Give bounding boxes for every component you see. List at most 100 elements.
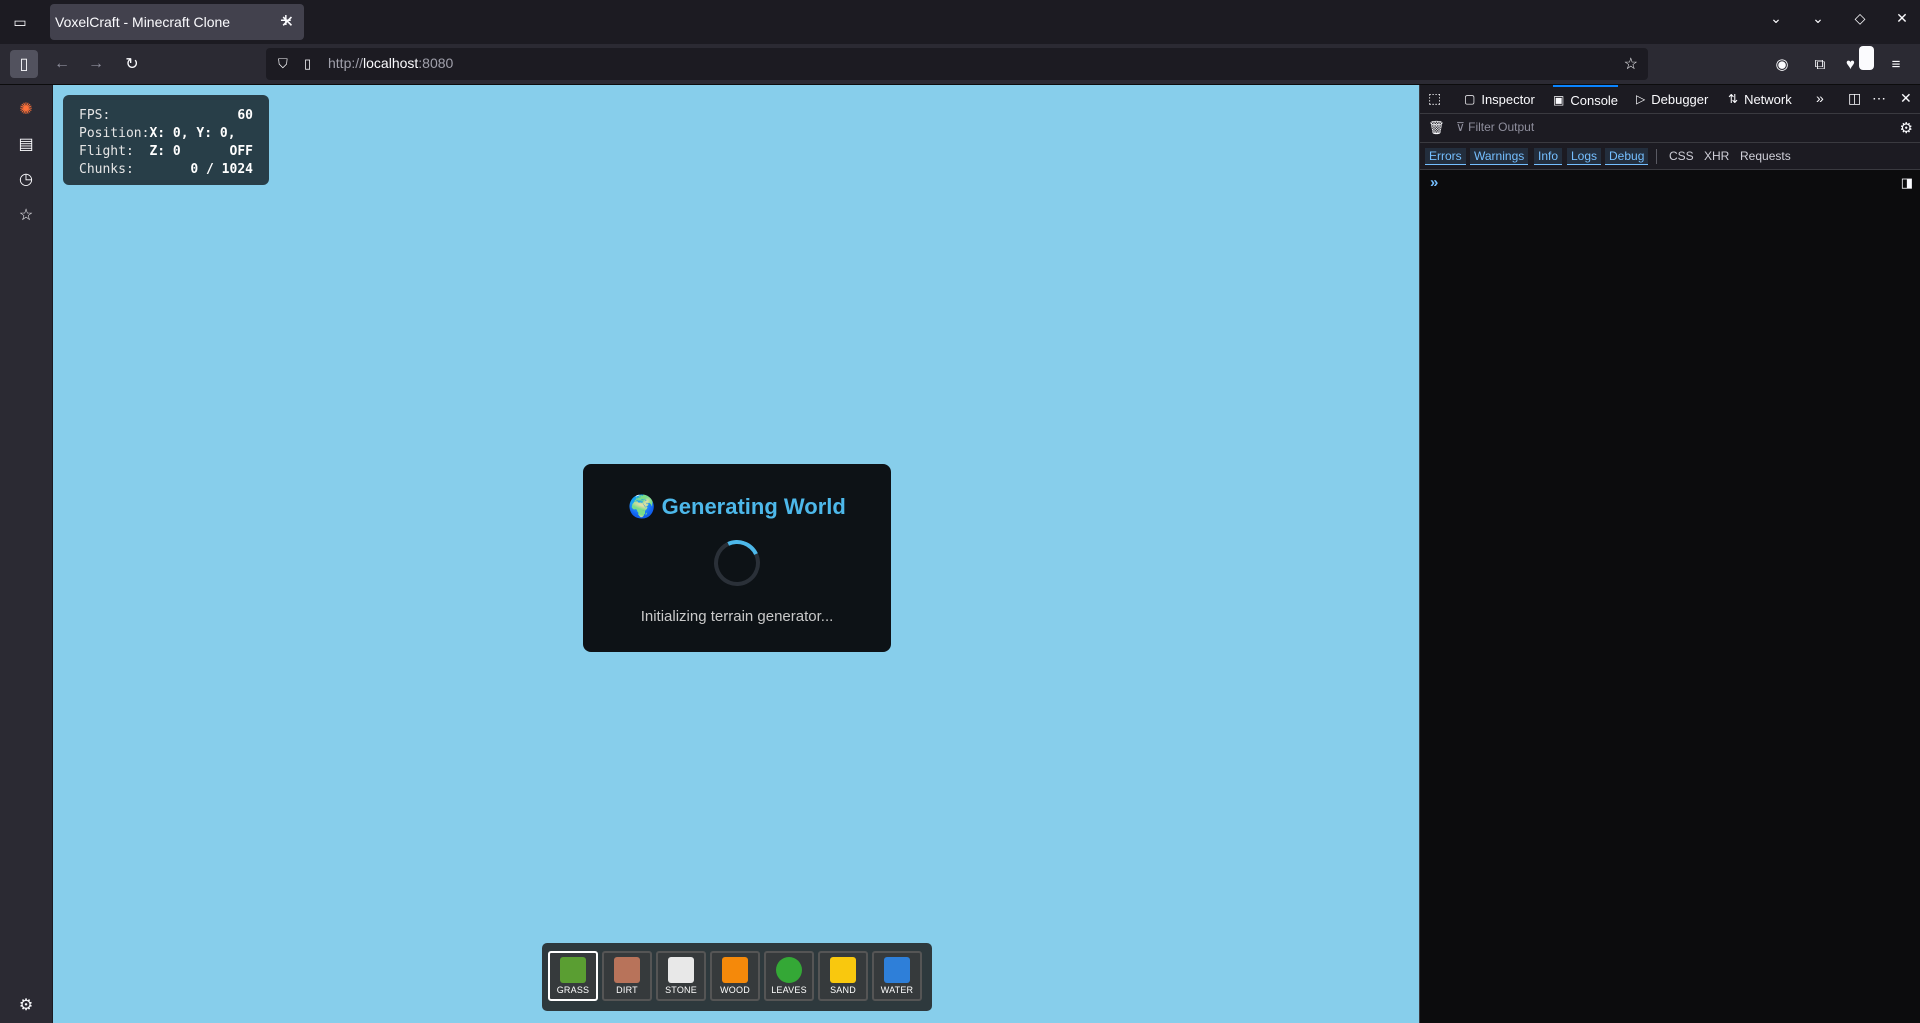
devtools-panel: ⬚ ▢ Inspector ▣ Console ▷ Debugger ⇅ Network…	[1419, 85, 1920, 1023]
devtools-menu-icon[interactable]: ⋯	[1872, 90, 1886, 107]
hotbar-slot-label: STONE	[665, 985, 697, 995]
sidebar-bookmarks-icon[interactable]: ☆	[14, 203, 38, 227]
filter-divider	[1656, 149, 1657, 164]
page-info-icon[interactable]: ▯	[304, 56, 311, 72]
tab-network-label: Network	[1744, 91, 1792, 107]
split-console-icon[interactable]: ◨	[1901, 175, 1913, 191]
restore-icon[interactable]: ◇	[1852, 10, 1868, 27]
filter-warnings[interactable]: Warnings	[1470, 148, 1529, 165]
tab-debugger[interactable]: ▷ Debugger	[1636, 85, 1708, 113]
hud-position-value: X: 0, Y: 0, Z: 0	[149, 126, 236, 159]
filter-output-placeholder: Filter Output	[1468, 120, 1535, 134]
debugger-icon: ▷	[1636, 92, 1646, 106]
hotbar-slot-label: DIRT	[616, 985, 638, 995]
hotbar-slot-label: WOOD	[720, 985, 750, 995]
hud-position-label: Position:	[79, 126, 150, 141]
url-bar[interactable]: ⛉ ▯ http://localhost:8080 ☆	[266, 48, 1648, 80]
console-settings-icon[interactable]: ⚙	[1900, 119, 1913, 137]
console-prompt-icon[interactable]: »	[1430, 174, 1438, 191]
hotbar-slot-grass[interactable]: GRASS	[548, 951, 598, 1001]
hud-chunks-label: Chunks:	[79, 162, 134, 177]
tab-console-label: Console	[1570, 92, 1619, 108]
navigation-bar: ▯ ← → ↻ ⛉ ▯ http://localhost:8080 ☆ ◉ ⧉ …	[0, 44, 1920, 85]
url-text[interactable]: http://localhost:8080	[328, 55, 453, 71]
bookmark-star-icon[interactable]: ☆	[1624, 54, 1638, 74]
minimize-icon[interactable]: ⌄	[1810, 10, 1826, 27]
tab-inspector[interactable]: ▢ Inspector	[1464, 85, 1535, 113]
tab-network[interactable]: ⇅ Network	[1728, 85, 1792, 113]
extension-badge-icon[interactable]: ♥ 1	[1846, 46, 1874, 76]
filter-requests[interactable]: Requests	[1736, 148, 1795, 164]
filter-output-input[interactable]: ⊽ Filter Output	[1456, 120, 1534, 134]
tab-title: VoxelCraft - Minecraft Clone	[55, 14, 231, 30]
filter-info[interactable]: Info	[1534, 148, 1563, 165]
new-tab-button[interactable]: +	[280, 10, 292, 33]
tab-inspector-label: Inspector	[1481, 91, 1535, 107]
game-canvas[interactable]: FPS: 60 Position: X: 0, Y: 0, Z: 0 Flight:…	[53, 85, 1419, 1023]
tab-console[interactable]: ▣ Console	[1553, 85, 1619, 113]
tab-debugger-label: Debugger	[1651, 91, 1709, 107]
window-controls: ⌄ ⌄ ◇ ✕	[1768, 10, 1910, 27]
hud-fps: FPS: 60	[79, 107, 253, 125]
hotbar-slot-sand[interactable]: SAND	[818, 951, 868, 1001]
tab-list-icon[interactable]: ▭	[8, 10, 32, 34]
grass-block-icon	[560, 957, 586, 983]
hud-chunks-value: 0 / 1024	[190, 162, 253, 177]
url-host: localhost	[363, 55, 419, 71]
inspector-icon: ▢	[1464, 92, 1476, 106]
dock-side-icon[interactable]: ◫	[1848, 90, 1861, 107]
menu-icon[interactable]: ≡	[1884, 52, 1908, 76]
loading-status: Initializing terrain generator...	[640, 608, 834, 625]
sidebar-history-icon[interactable]: ◷	[14, 167, 38, 191]
debug-hud: FPS: 60 Position: X: 0, Y: 0, Z: 0 Flight:…	[63, 95, 269, 185]
close-window-icon[interactable]: ✕	[1894, 10, 1910, 27]
dirt-block-icon	[614, 957, 640, 983]
hotbar-slot-label: SAND	[830, 985, 856, 995]
shield-icon[interactable]: ⛉	[278, 56, 288, 72]
sand-block-icon	[830, 957, 856, 983]
filter-debug[interactable]: Debug	[1605, 148, 1649, 165]
back-icon[interactable]: ←	[50, 52, 74, 76]
hotbar-slot-label: WATER	[880, 985, 914, 995]
sidebar-synced-tabs-icon[interactable]: ▤	[14, 132, 38, 156]
sidebar-settings-icon[interactable]: ⚙	[14, 993, 38, 1017]
console-filter-bar: 🗑 ⊽ Filter Output ⚙	[1420, 114, 1920, 143]
more-tabs-icon[interactable]: »	[1816, 90, 1824, 106]
browser-sidebar: ✺ ▤ ◷ ☆ ⚙	[0, 85, 53, 1023]
wood-block-icon	[722, 957, 748, 983]
browser-tab-active[interactable]: VoxelCraft - Minecraft Clone ✕	[50, 4, 304, 40]
stone-block-icon	[668, 957, 694, 983]
toolbar-right: ◉ ⧉ ♥ 1 ≡	[1770, 46, 1908, 76]
filter-logs[interactable]: Logs	[1567, 148, 1602, 165]
account-icon[interactable]: ◉	[1770, 52, 1794, 76]
list-all-tabs-icon[interactable]: ⌄	[1768, 10, 1784, 27]
reload-icon[interactable]: ↻	[120, 52, 144, 76]
filter-xhr[interactable]: XHR	[1700, 148, 1733, 164]
hud-flight-value: OFF	[229, 144, 253, 159]
sidebar-toggle-icon[interactable]: ▯	[10, 50, 38, 78]
forward-icon[interactable]: →	[84, 52, 108, 76]
tab-strip: ▭ VoxelCraft - Minecraft Clone ✕ + ⌄ ⌄ ◇…	[0, 0, 1920, 44]
loading-spinner-icon	[707, 533, 767, 593]
hotbar-slot-water[interactable]: WATER	[872, 951, 922, 1001]
hotbar-slot-wood[interactable]: WOOD	[710, 951, 760, 1001]
sidebar-ai-icon[interactable]: ✺	[14, 97, 38, 121]
filter-css[interactable]: CSS	[1665, 148, 1698, 164]
hotbar-slot-leaves[interactable]: LEAVES	[764, 951, 814, 1001]
clear-console-icon[interactable]: 🗑	[1428, 120, 1445, 136]
element-picker-icon[interactable]: ⬚	[1428, 90, 1441, 107]
url-protocol: http://	[328, 55, 364, 71]
hud-position: Position: X: 0, Y: 0, Z: 0	[79, 125, 253, 159]
hud-flight-label: Flight:	[79, 144, 134, 159]
extensions-icon[interactable]: ⧉	[1808, 52, 1832, 76]
network-icon: ⇅	[1728, 92, 1739, 106]
loading-dialog: 🌍 Generating World Initializing terrain …	[583, 464, 891, 652]
block-hotbar: GRASS DIRT STONE WOOD LEAVES SAND WATER	[542, 943, 932, 1011]
hotbar-slot-dirt[interactable]: DIRT	[602, 951, 652, 1001]
hotbar-slot-label: GRASS	[556, 985, 590, 995]
devtools-close-icon[interactable]: ✕	[1900, 90, 1912, 107]
hotbar-slot-stone[interactable]: STONE	[656, 951, 706, 1001]
url-port: :8080	[418, 55, 454, 71]
extension-badge: 1	[1858, 46, 1874, 70]
filter-errors[interactable]: Errors	[1425, 148, 1466, 165]
